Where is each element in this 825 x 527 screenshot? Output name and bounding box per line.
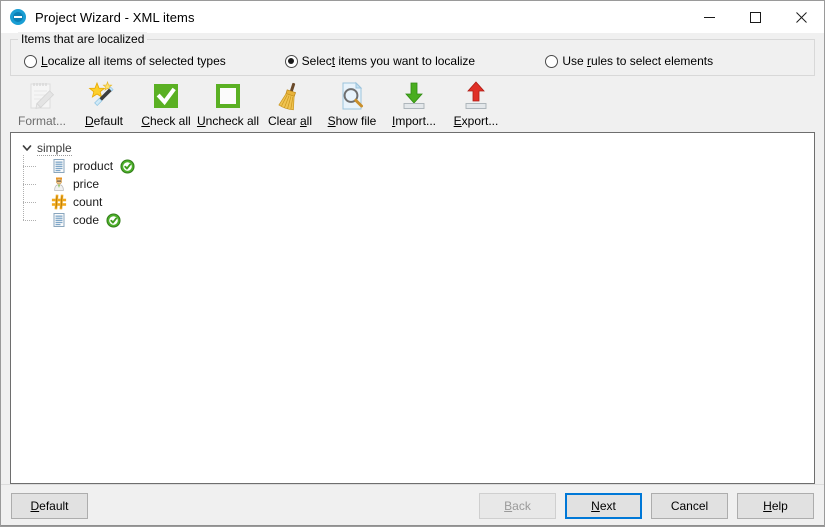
green-check-badge-icon[interactable] — [106, 213, 121, 228]
radio-select-items[interactable]: Select items you want to localize — [285, 54, 546, 68]
toolbar-button-check-all[interactable]: Check all — [135, 80, 197, 128]
toolbar-label: Import... — [392, 114, 436, 128]
tree-item-label: product — [73, 159, 113, 173]
tree-root-node[interactable]: simple — [17, 139, 810, 157]
tree-item-product[interactable]: product — [39, 157, 810, 175]
toolbar-button-format[interactable]: Format... — [11, 80, 73, 128]
window-controls — [686, 1, 824, 33]
window-bottom-edge — [1, 525, 824, 526]
toolbar-button-clear-all[interactable]: Clear all — [259, 80, 321, 128]
person-icon — [51, 176, 67, 192]
radio-label: Select items you want to localize — [302, 54, 475, 68]
close-button[interactable] — [778, 1, 824, 33]
radio-use-rules[interactable]: Use rules to select elements — [545, 54, 806, 68]
radio-label: Localize all items of selected types — [41, 54, 226, 68]
tree-item-label: price — [73, 177, 99, 191]
tree-item-price[interactable]: price — [39, 175, 810, 193]
chevron-down-icon[interactable] — [19, 140, 35, 156]
button-label: Back — [504, 499, 531, 513]
toolbar-button-show-file[interactable]: Show file — [321, 80, 383, 128]
text-document-icon — [51, 158, 67, 174]
next-button[interactable]: Next — [565, 493, 642, 519]
groupbox-legend: Items that are localized — [18, 32, 147, 46]
wizard-nav-buttons: Back Next Cancel Help — [479, 493, 814, 519]
tree-item-count[interactable]: count — [39, 193, 810, 211]
localization-options-section: Items that are localized Localize all it… — [1, 39, 824, 76]
title-bar: Project Wizard - XML items — [1, 1, 824, 33]
tree-root-label: simple — [37, 141, 72, 156]
project-wizard-window: Project Wizard - XML items It — [0, 0, 825, 527]
button-label: Next — [591, 499, 616, 513]
toolbar-button-default[interactable]: Default — [73, 80, 135, 128]
notepad-pencil-icon — [26, 80, 58, 112]
toolbar-label: Export... — [454, 114, 499, 128]
toolbar-button-export[interactable]: Export... — [445, 80, 507, 128]
dialog-button-bar: Default Back Next Cancel Help — [1, 484, 824, 526]
tree-panel-wrapper: simple product — [1, 128, 824, 484]
radio-indicator-selected — [285, 55, 298, 68]
toolbar-label: Check all — [141, 114, 190, 128]
hash-number-icon — [51, 194, 67, 210]
green-check-badge-icon[interactable] — [120, 159, 135, 174]
radio-indicator — [24, 55, 37, 68]
green-check-square-icon — [150, 80, 182, 112]
xml-items-tree[interactable]: simple product — [10, 132, 815, 484]
toolbar-label: Format... — [18, 114, 66, 128]
button-label: Cancel — [671, 499, 708, 513]
app-circle-icon — [10, 9, 26, 25]
button-label: Default — [30, 499, 68, 513]
minimize-icon — [704, 12, 715, 23]
window-title: Project Wizard - XML items — [35, 10, 195, 25]
radio-row: Localize all items of selected types Sel… — [19, 54, 806, 68]
magic-wand-icon — [88, 80, 120, 112]
back-button[interactable]: Back — [479, 493, 556, 519]
green-down-arrow-icon — [398, 80, 430, 112]
tree-item-code[interactable]: code — [39, 211, 810, 229]
toolbar-button-uncheck-all[interactable]: Uncheck all — [197, 80, 259, 128]
help-button[interactable]: Help — [737, 493, 814, 519]
button-label: Help — [763, 499, 788, 513]
toolbar-button-import[interactable]: Import... — [383, 80, 445, 128]
minimize-button[interactable] — [686, 1, 732, 33]
broom-icon — [274, 80, 306, 112]
tree-item-label: code — [73, 213, 99, 227]
text-document-icon — [51, 212, 67, 228]
toolbar-label: Show file — [328, 114, 377, 128]
toolbar-label: Clear all — [268, 114, 312, 128]
radio-localize-all-types[interactable]: Localize all items of selected types — [19, 54, 285, 68]
radio-indicator — [545, 55, 558, 68]
items-localized-groupbox: Items that are localized Localize all it… — [10, 39, 815, 76]
tree-item-label: count — [73, 195, 102, 209]
toolbar: Format... Default Check all — [1, 76, 824, 128]
close-icon — [796, 12, 807, 23]
maximize-button[interactable] — [732, 1, 778, 33]
maximize-icon — [750, 12, 761, 23]
tree-children: product price — [17, 157, 810, 229]
toolbar-label: Uncheck all — [197, 114, 259, 128]
red-up-arrow-icon — [460, 80, 492, 112]
empty-check-square-icon — [212, 80, 244, 112]
cancel-button[interactable]: Cancel — [651, 493, 728, 519]
toolbar-label: Default — [85, 114, 123, 128]
default-button[interactable]: Default — [11, 493, 88, 519]
radio-label: Use rules to select elements — [562, 54, 713, 68]
file-magnifier-icon — [336, 80, 368, 112]
